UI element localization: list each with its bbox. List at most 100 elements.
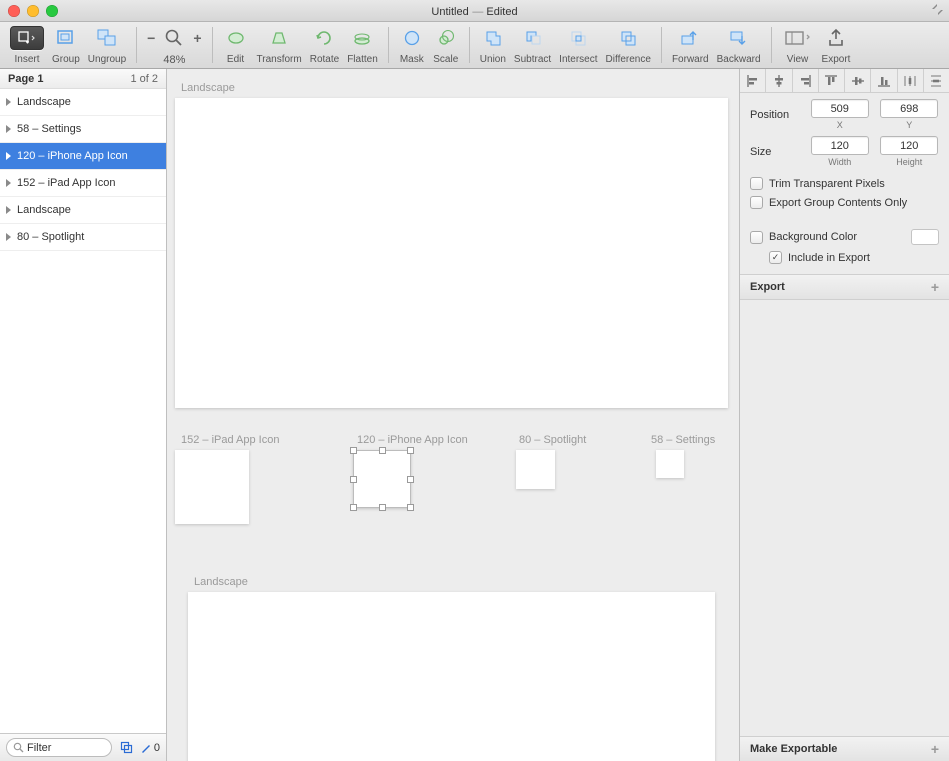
disclosure-triangle-icon[interactable]	[6, 206, 11, 214]
align-left-button[interactable]	[740, 69, 766, 92]
artboard-label[interactable]: 58 – Settings	[651, 434, 715, 446]
checkbox-icon[interactable]	[750, 231, 763, 244]
disclosure-triangle-icon[interactable]	[6, 152, 11, 160]
export-group-checkbox-row[interactable]: Export Group Contents Only	[750, 196, 939, 209]
resize-handle[interactable]	[350, 447, 357, 454]
align-top-button[interactable]	[819, 69, 845, 92]
ungroup-button[interactable]	[94, 26, 120, 50]
align-hcenter-button[interactable]	[766, 69, 792, 92]
intersect-button[interactable]	[565, 26, 591, 50]
size-row: Size Width Height	[740, 130, 949, 167]
resize-handle[interactable]	[379, 504, 386, 511]
window-title: Untitled — Edited	[0, 3, 949, 18]
subtract-label: Subtract	[514, 54, 551, 65]
flatten-button[interactable]	[349, 26, 375, 50]
plus-icon[interactable]: +	[931, 279, 939, 295]
artboard-label[interactable]: 80 – Spotlight	[519, 434, 586, 446]
page-header[interactable]: Page 1 1 of 2	[0, 69, 166, 89]
minimize-window-button[interactable]	[27, 5, 39, 17]
edit-button[interactable]	[223, 26, 249, 50]
artboard-tool-icon[interactable]	[120, 741, 133, 754]
difference-button[interactable]	[615, 26, 641, 50]
artboard-options: Trim Transparent Pixels Export Group Con…	[740, 167, 949, 275]
include-export-row[interactable]: Include in Export	[750, 251, 939, 264]
resize-handle[interactable]	[407, 476, 414, 483]
disclosure-triangle-icon[interactable]	[6, 125, 11, 133]
forward-button[interactable]	[677, 26, 703, 50]
checkbox-icon[interactable]	[750, 196, 763, 209]
view-label: View	[787, 54, 809, 65]
transform-button[interactable]	[266, 26, 292, 50]
size-height-input[interactable]	[880, 136, 938, 155]
scale-label: Scale	[433, 54, 458, 65]
union-button[interactable]	[480, 26, 506, 50]
background-color-row[interactable]: Background Color	[750, 229, 939, 245]
layer-item[interactable]: Landscape	[0, 89, 166, 116]
position-x-input[interactable]	[811, 99, 869, 118]
backward-button[interactable]	[726, 26, 752, 50]
disclosure-triangle-icon[interactable]	[6, 179, 11, 187]
artboard-label[interactable]: Landscape	[194, 576, 248, 588]
align-bottom-button[interactable]	[871, 69, 897, 92]
export-section-header[interactable]: Export +	[740, 275, 949, 300]
intersect-label: Intersect	[559, 54, 597, 65]
disclosure-triangle-icon[interactable]	[6, 233, 11, 241]
resize-handle[interactable]	[350, 504, 357, 511]
align-vcenter-button[interactable]	[845, 69, 871, 92]
resize-handle[interactable]	[379, 447, 386, 454]
layer-item[interactable]: 58 – Settings	[0, 116, 166, 143]
distribute-h-button[interactable]	[898, 69, 924, 92]
layer-item[interactable]: 152 – iPad App Icon	[0, 170, 166, 197]
filter-input[interactable]: Filter	[6, 738, 112, 757]
main: Page 1 1 of 2 Landscape 58 – Settings 12…	[0, 69, 949, 761]
artboard-120-selected[interactable]	[353, 450, 411, 508]
fullscreen-icon[interactable]	[932, 4, 943, 15]
export-button[interactable]	[823, 26, 849, 50]
resize-handle[interactable]	[407, 447, 414, 454]
layer-item[interactable]: Landscape	[0, 197, 166, 224]
artboard-58[interactable]	[656, 450, 684, 478]
artboard-label[interactable]: 152 – iPad App Icon	[181, 434, 279, 446]
artboard-landscape[interactable]	[175, 98, 728, 408]
distribute-v-button[interactable]	[924, 69, 949, 92]
scale-button[interactable]	[433, 26, 459, 50]
layer-list: Landscape 58 – Settings 120 – iPhone App…	[0, 89, 166, 733]
artboard-landscape-2[interactable]	[188, 592, 715, 761]
transform-label: Transform	[257, 54, 302, 65]
subtract-button[interactable]	[520, 26, 546, 50]
trim-checkbox-row[interactable]: Trim Transparent Pixels	[750, 177, 939, 190]
checkbox-icon[interactable]	[769, 251, 782, 264]
zoom-in-button[interactable]: +	[193, 30, 201, 46]
size-width-input[interactable]	[811, 136, 869, 155]
resize-handle[interactable]	[350, 476, 357, 483]
layer-label: 152 – iPad App Icon	[17, 177, 115, 189]
group-button[interactable]	[53, 26, 79, 50]
artboard-80[interactable]	[516, 450, 555, 489]
artboard-label[interactable]: Landscape	[181, 82, 235, 94]
zoom-level: 48%	[163, 54, 185, 66]
ungroup-label: Ungroup	[88, 54, 126, 65]
zoom-out-button[interactable]: −	[147, 30, 155, 46]
artboard-label[interactable]: 120 – iPhone App Icon	[357, 434, 468, 446]
align-right-button[interactable]	[793, 69, 819, 92]
view-button[interactable]	[782, 26, 814, 50]
checkbox-icon[interactable]	[750, 177, 763, 190]
layer-item[interactable]: 80 – Spotlight	[0, 224, 166, 251]
position-y-input[interactable]	[880, 99, 938, 118]
disclosure-triangle-icon[interactable]	[6, 98, 11, 106]
close-window-button[interactable]	[8, 5, 20, 17]
make-exportable-footer[interactable]: Make Exportable +	[740, 736, 949, 761]
mask-button[interactable]	[399, 26, 425, 50]
resize-handle[interactable]	[407, 504, 414, 511]
insert-button[interactable]	[10, 26, 44, 50]
artboard-152[interactable]	[175, 450, 249, 524]
rotate-button[interactable]	[311, 26, 337, 50]
pen-tool-icon[interactable]: 0	[141, 742, 160, 754]
zoom-window-button[interactable]	[46, 5, 58, 17]
plus-icon[interactable]: +	[931, 741, 939, 757]
canvas[interactable]: Landscape 152 – iPad App Icon 120 – iPho…	[167, 69, 739, 761]
layer-item-selected[interactable]: 120 – iPhone App Icon	[0, 143, 166, 170]
background-color-swatch[interactable]	[911, 229, 939, 245]
page-label: Page 1	[8, 73, 43, 85]
zoom-icon[interactable]	[161, 26, 187, 50]
